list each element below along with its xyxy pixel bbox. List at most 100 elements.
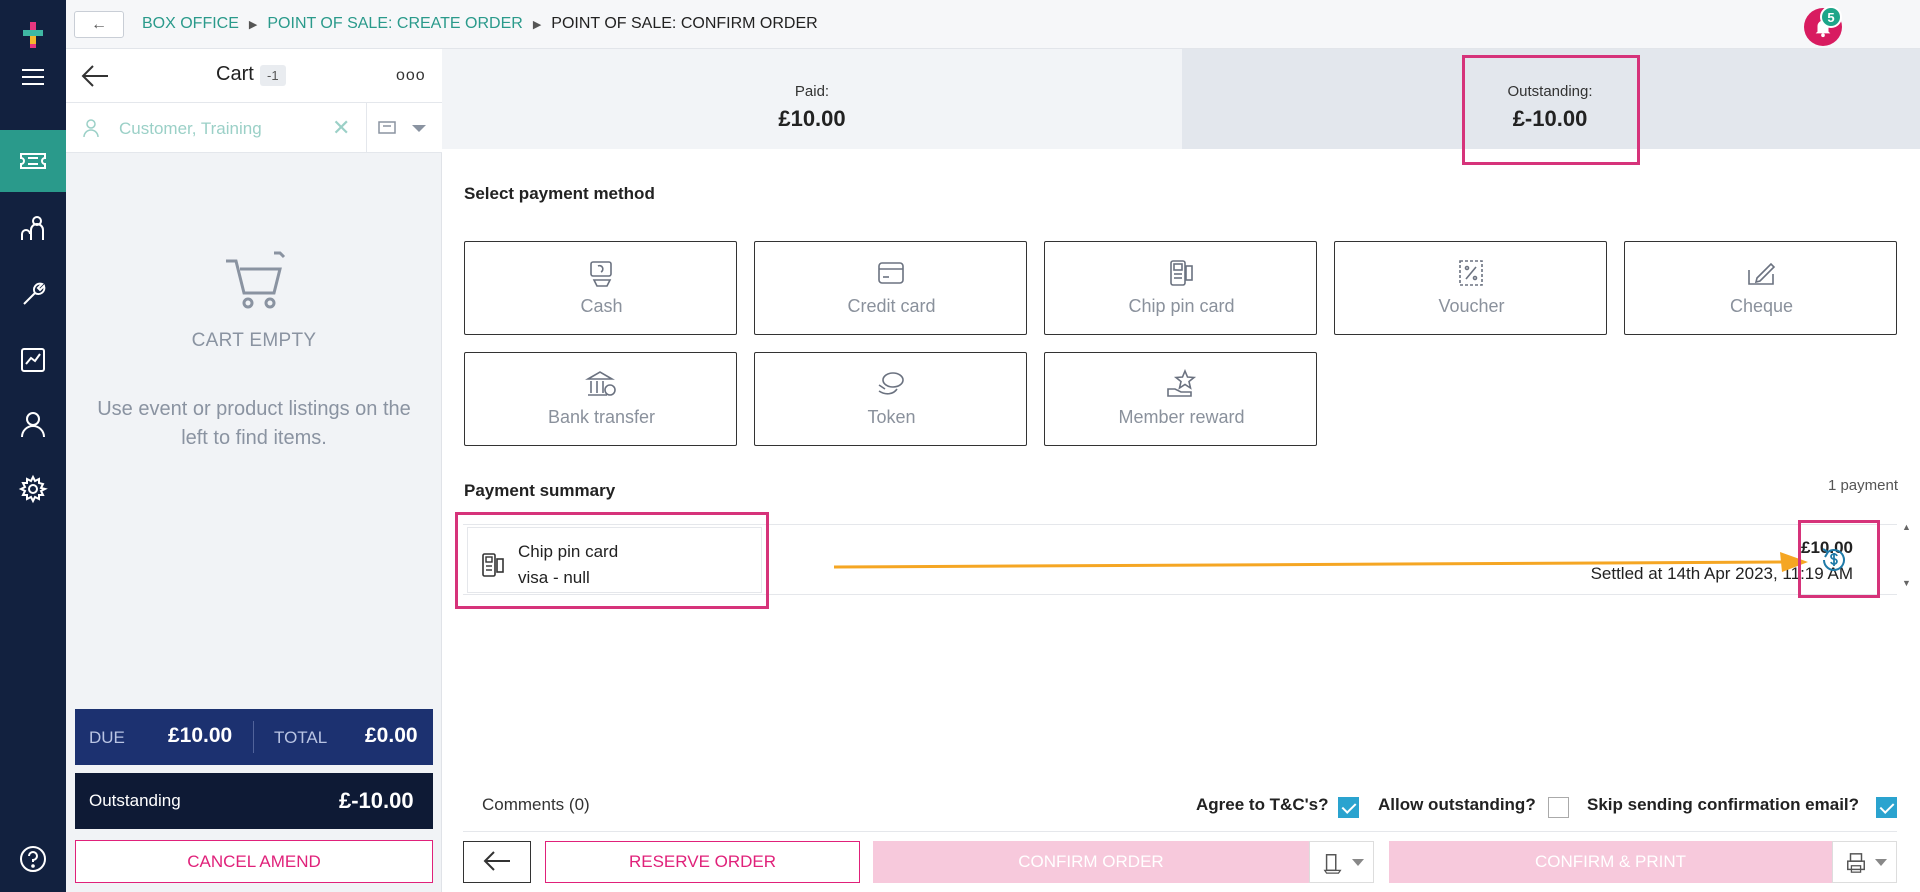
agree-tc-checkbox[interactable] <box>1338 797 1359 818</box>
total-value: £0.00 <box>365 724 418 747</box>
due-total-box: DUE £10.00 TOTAL £0.00 <box>75 709 433 765</box>
payment-method-label: Cheque <box>1729 296 1794 316</box>
payment-bank-transfer-button[interactable]: Bank transfer <box>464 352 737 446</box>
reports-icon <box>21 348 45 372</box>
notification-count-badge: 5 <box>1820 6 1842 28</box>
hamburger-icon <box>22 69 44 85</box>
customer-name: Customer, Training <box>119 119 262 138</box>
refund-highlight-box <box>1798 520 1880 598</box>
agree-tc-label: Agree to T&C's? <box>1196 795 1329 814</box>
confirm-order-button[interactable]: CONFIRM ORDER <box>873 841 1309 883</box>
confirm-print-button[interactable]: CONFIRM & PRINT <box>1389 841 1832 883</box>
payment-summary-title: Payment summary <box>464 481 616 500</box>
print-options-dropdown[interactable] <box>1832 841 1897 883</box>
scroll-down-arrow[interactable]: ▼ <box>1902 578 1911 588</box>
payment-voucher-button[interactable]: Voucher <box>1334 241 1607 335</box>
total-label: TOTAL <box>274 728 328 747</box>
divider <box>366 103 367 153</box>
paid-label: Paid: <box>794 83 830 100</box>
cart-outstanding-value: £-10.00 <box>339 788 414 813</box>
breadcrumb: BOX OFFICE ▶ POINT OF SALE: CREATE ORDER… <box>142 15 818 33</box>
cart-more-button[interactable]: ooo <box>396 67 426 85</box>
due-label: DUE <box>89 728 125 747</box>
nav-customers[interactable] <box>0 197 66 259</box>
divider <box>253 721 254 753</box>
cancel-amend-button[interactable]: CANCEL AMEND <box>75 840 433 883</box>
nav-settings[interactable] <box>0 458 66 520</box>
bank-icon <box>585 369 617 399</box>
nav-reports[interactable] <box>0 329 66 391</box>
nav-box-office[interactable] <box>0 130 66 192</box>
person-icon <box>83 119 99 138</box>
payment-method-label: Cash <box>580 296 623 316</box>
payment-token-button[interactable]: Token <box>754 352 1027 446</box>
top-bar: ← BOX OFFICE ▶ POINT OF SALE: CREATE ORD… <box>66 0 1920 49</box>
payment-credit-card-button[interactable]: Credit card <box>754 241 1027 335</box>
payment-method-label: Chip pin card <box>1128 296 1235 316</box>
printer-icon <box>1847 853 1865 873</box>
cart-back-arrow-icon[interactable] <box>80 63 110 89</box>
paid-summary: Paid: £10.00 <box>442 49 1182 149</box>
payment-count: 1 payment <box>1827 477 1898 494</box>
divider <box>463 831 1897 832</box>
payment-cheque-button[interactable]: Cheque <box>1624 241 1897 335</box>
token-icon <box>875 369 907 399</box>
menu-button[interactable] <box>0 46 66 108</box>
reserve-order-button[interactable]: RESERVE ORDER <box>545 841 860 883</box>
cheque-icon <box>1745 258 1777 288</box>
credit-card-icon <box>875 258 907 288</box>
allow-outstanding-checkbox[interactable] <box>1548 797 1569 818</box>
payment-chip-pin-button[interactable]: Chip pin card <box>1044 241 1317 335</box>
help-button[interactable] <box>0 828 66 890</box>
breadcrumb-separator: ▶ <box>532 18 542 31</box>
payment-method-label: Credit card <box>847 296 936 316</box>
back-button[interactable] <box>463 841 531 883</box>
paid-value: £10.00 <box>778 106 846 131</box>
payment-member-reward-button[interactable]: Member reward <box>1044 352 1317 446</box>
breadcrumb-create-order[interactable]: POINT OF SALE: CREATE ORDER <box>267 15 522 33</box>
gear-icon <box>18 474 48 504</box>
payment-method-title: Select payment method <box>464 184 655 203</box>
breadcrumb-back-button[interactable]: ← <box>74 11 124 38</box>
help-icon <box>20 846 46 872</box>
skip-email-checkbox[interactable] <box>1876 797 1897 818</box>
reward-icon <box>1165 368 1197 399</box>
ticket-type-dropdown[interactable] <box>378 119 432 137</box>
breadcrumb-box-office[interactable]: BOX OFFICE <box>142 15 239 33</box>
user-icon <box>21 412 45 438</box>
skip-email-label: Skip sending confirmation email? <box>1587 795 1860 814</box>
payment-cash-button[interactable]: Cash <box>464 241 737 335</box>
payment-method-label: Token <box>867 407 916 427</box>
comments-link[interactable]: Comments (0) <box>482 795 590 815</box>
people-icon <box>21 216 44 240</box>
nav-tools[interactable] <box>0 263 66 325</box>
clear-customer-button[interactable]: ✕ <box>332 115 350 141</box>
chip-pin-icon <box>1165 258 1197 288</box>
payment-method-label: Bank transfer <box>547 407 656 427</box>
breadcrumb-separator: ▶ <box>248 18 258 31</box>
ticket-icon <box>20 153 46 169</box>
cart-title: Cart <box>216 63 254 85</box>
empty-cart-icon <box>226 251 286 309</box>
nav-rail <box>0 0 66 892</box>
outstanding-highlight-box <box>1462 55 1640 165</box>
wrench-icon <box>23 282 46 305</box>
cart-empty-title: CART EMPTY <box>191 330 317 351</box>
payment-method-label: Voucher <box>1438 296 1505 316</box>
cash-icon <box>585 258 617 288</box>
nav-account[interactable] <box>0 393 66 455</box>
back-arrow-icon <box>483 850 510 871</box>
confirm-options-dropdown[interactable] <box>1309 841 1374 883</box>
cart-panel: Cart -1 ooo Customer, Training ✕ CART EM… <box>66 49 442 892</box>
cart-header: Cart -1 ooo <box>66 49 442 103</box>
scroll-up-arrow[interactable]: ▲ <box>1902 522 1911 532</box>
allow-outstanding-label: Allow outstanding? <box>1378 795 1536 814</box>
breadcrumb-current: POINT OF SALE: CONFIRM ORDER <box>551 15 818 32</box>
cart-outstanding-box: Outstanding £-10.00 <box>75 773 433 829</box>
cart-empty-message: Use event or product listings on the lef… <box>97 398 411 449</box>
cart-outstanding-label: Outstanding <box>89 791 181 810</box>
annotation-arrow <box>833 552 1808 572</box>
payment-highlight-box <box>455 512 769 609</box>
cart-count-badge: -1 <box>260 65 286 86</box>
customer-selector[interactable]: Customer, Training ✕ <box>66 103 442 153</box>
